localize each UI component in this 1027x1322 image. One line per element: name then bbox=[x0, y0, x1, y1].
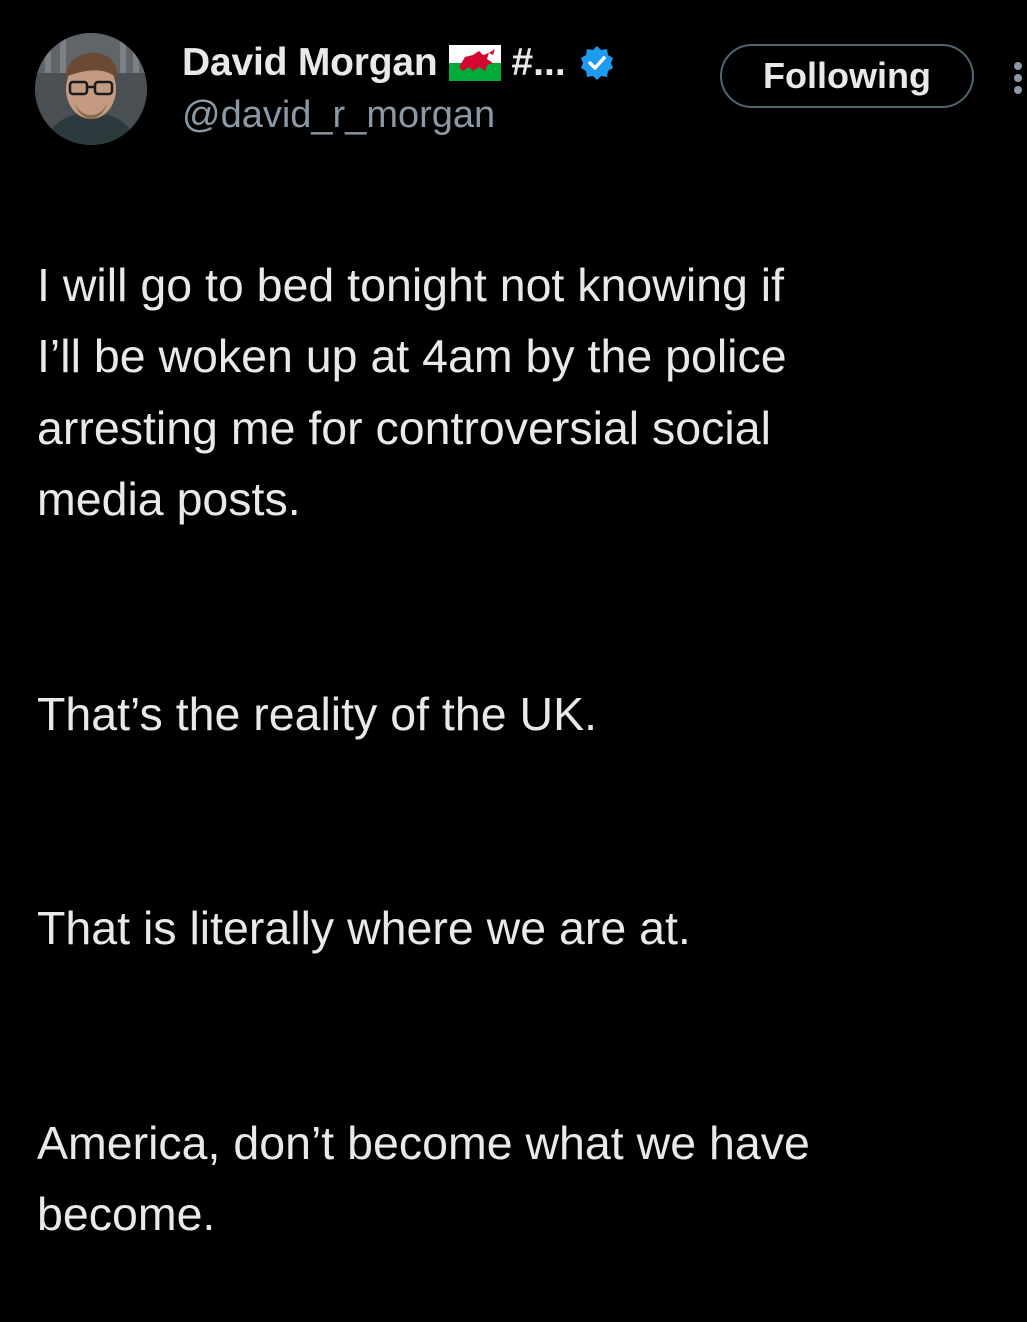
tweet-paragraph: That’s the reality of the UK. bbox=[37, 687, 597, 740]
tweet-paragraph: That is literally where we are at. bbox=[37, 902, 691, 954]
verified-badge-icon bbox=[578, 44, 616, 82]
author-info: David Morgan #... @david_r_morgan bbox=[182, 36, 702, 138]
tweet-header: David Morgan #... @david_r_morgan Follow… bbox=[0, 0, 1027, 160]
avatar-image bbox=[35, 33, 147, 145]
author-handle[interactable]: @david_r_morgan bbox=[182, 92, 702, 138]
wales-flag-icon bbox=[449, 45, 502, 81]
name-row[interactable]: David Morgan #... bbox=[182, 36, 702, 90]
avatar[interactable] bbox=[35, 33, 147, 145]
display-name-suffix: #... bbox=[511, 41, 566, 84]
following-button[interactable]: Following bbox=[720, 44, 974, 108]
tweet-paragraph: I will go to bed tonight not knowing if … bbox=[37, 258, 787, 526]
tweet-paragraph: America, don’t become what we have becom… bbox=[37, 1116, 810, 1241]
tweet-text: I will go to bed tonight not knowing if … bbox=[37, 178, 1007, 1322]
display-name[interactable]: David Morgan bbox=[182, 41, 438, 85]
tweet: David Morgan #... @david_r_morgan Follow… bbox=[0, 0, 1027, 1240]
more-options-icon[interactable] bbox=[1008, 58, 1027, 98]
